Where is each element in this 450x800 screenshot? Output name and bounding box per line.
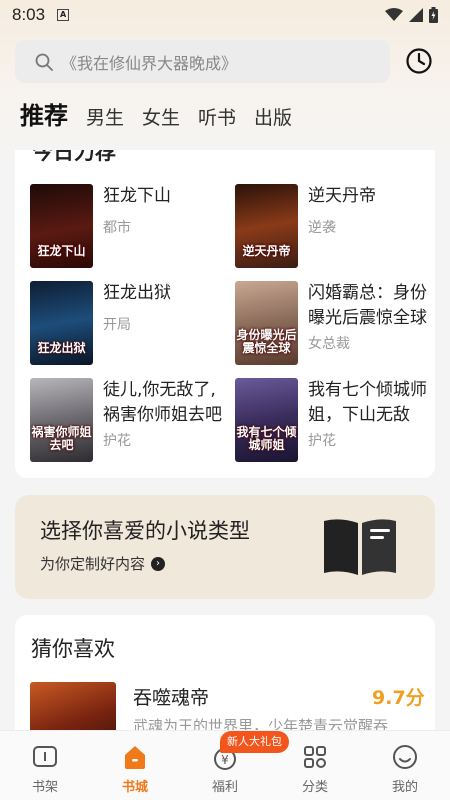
notification-a-icon: A [57,9,70,21]
nav-profile[interactable]: 我的 [360,731,450,800]
book-item[interactable]: 身份曝光后震惊全球 闪婚霸总：身份曝光后震惊全球 女总裁 [235,281,433,365]
book-score: 9.7分 [372,687,425,709]
battery-icon [429,7,438,23]
book-title: 逆天丹帝 [308,186,376,206]
nav-label: 书城 [121,780,148,795]
book-cover-text: 狂龙下山 [37,244,86,258]
ranking-card: 今日力荐 狂龙下山 狂龙下山 都市 逆天丹帝 逆天丹帝 逆袭 狂龙出狱 狂龙出狱… [15,150,435,478]
book-cover-text: 身份曝光后震惊全球 [236,328,297,355]
book-title: 闪婚霸总：身份曝光后震惊全球 [308,283,427,328]
book-tag: 护花 [103,433,131,449]
tab-recommend[interactable]: 推荐 [20,96,68,131]
category-tabs: 推荐 男生 女生 听书 出版 [20,96,292,131]
arrow-right-icon: › [151,556,166,571]
new-user-gift-badge[interactable]: 新人大礼包 [220,731,289,753]
bookstore-icon [125,746,145,769]
book-item[interactable]: 逆天丹帝 逆天丹帝 逆袭 [235,184,433,268]
book-title: 我有七个倾城师姐，下山无敌 [308,380,427,425]
book-cover: 身份曝光后震惊全球 [235,281,298,365]
banner-title: 选择你喜爱的小说类型 [40,519,250,543]
nav-label: 书架 [31,780,58,795]
svg-text:¥: ¥ [221,753,229,767]
book-item[interactable]: 我有七个倾城师姐 我有七个倾城师姐，下山无敌 护花 [235,378,433,462]
book-tag: 女总裁 [308,336,350,352]
nav-label: 我的 [391,780,418,795]
book-cover-text: 狂龙出狱 [37,341,86,355]
book-title: 狂龙下山 [103,186,171,206]
wifi-icon [385,8,403,21]
book-cover-text: 逆天丹帝 [242,244,291,258]
recommend-title: 猜你喜欢 [31,637,115,661]
nav-bookshelf[interactable]: 书架 [0,731,90,800]
book-tag: 逆袭 [308,220,336,236]
nav-bookstore[interactable]: 书城 [90,731,180,800]
tab-female[interactable]: 女生 [142,103,180,130]
status-icons [385,7,438,23]
bookshelf-icon [33,746,57,767]
profile-icon [393,745,417,769]
book-cover: 我有七个倾城师姐 [235,378,298,462]
book-tag: 开局 [103,317,131,333]
book-cover: 祸害你师姐去吧 [30,378,93,462]
nav-label: 分类 [301,780,328,795]
book-cover-text: 我有七个倾城师姐 [236,425,297,452]
status-time: 8:03 [12,5,46,24]
book-title: 徒儿,你无敌了,祸害你师姐去吧 [103,380,222,425]
search-icon [35,53,53,71]
recommend-card: 猜你喜欢 吞噬魂帝 9.7分 武魂为王的世界里，少年楚青云觉醒吞 [15,615,435,745]
ranking-title: 今日力荐 [32,150,116,164]
search-input[interactable]: 《我在修仙界大器晚成》 [15,40,390,83]
nav-label: 福利 [211,780,238,795]
tab-male[interactable]: 男生 [86,103,124,130]
open-book-icon [324,519,396,575]
book-tag: 护花 [308,433,336,449]
book-tag: 都市 [103,220,131,236]
tab-audiobook[interactable]: 听书 [198,103,236,130]
banner-subtitle: 为你定制好内容 › [40,553,166,574]
book-item[interactable]: 狂龙出狱 狂龙出狱 开局 [30,281,228,365]
category-icon [304,746,326,768]
book-item[interactable]: 祸害你师姐去吧 徒儿,你无敌了,祸害你师姐去吧 护花 [30,378,228,462]
search-placeholder: 《我在修仙界大器晚成》 [61,53,238,73]
history-button[interactable] [404,46,434,76]
signal-icon [409,8,423,22]
status-bar: 8:03 A [0,0,450,30]
book-item[interactable]: 狂龙下山 狂龙下山 都市 [30,184,228,268]
book-cover: 狂龙出狱 [30,281,93,365]
book-cover: 狂龙下山 [30,184,93,268]
genre-preference-banner[interactable]: 选择你喜爱的小说类型 为你定制好内容 › [15,495,435,599]
tab-published[interactable]: 出版 [254,103,292,130]
book-title[interactable]: 吞噬魂帝 [133,683,209,710]
clock-icon [406,48,432,74]
book-cover: 逆天丹帝 [235,184,298,268]
book-cover-text: 祸害你师姐去吧 [31,425,92,452]
banner-subtitle-text: 为你定制好内容 [40,555,146,573]
book-title: 狂龙出狱 [103,283,171,303]
